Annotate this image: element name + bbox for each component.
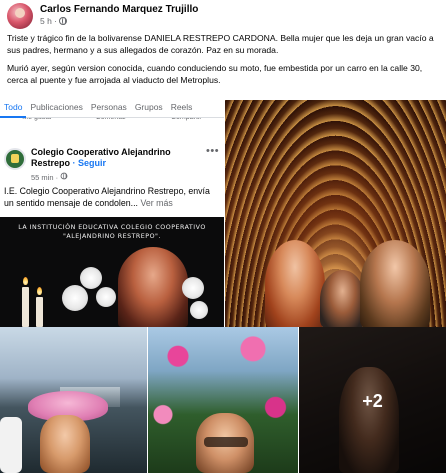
face bbox=[40, 415, 90, 473]
post-header: Carlos Fernando Marquez Trujillo 5 h · bbox=[0, 0, 446, 30]
photo-lights-tunnel[interactable] bbox=[225, 100, 446, 327]
memorial-caption: LA INSTITUCIÓN EDUCATIVA COLEGIO COOPERA… bbox=[0, 223, 224, 241]
org-post-time[interactable]: 55 min · bbox=[31, 173, 58, 182]
follow-button[interactable]: Seguir bbox=[78, 158, 106, 168]
candle bbox=[36, 297, 43, 327]
shared-post-text: I.E. Colegio Cooperativo Alejandrino Res… bbox=[4, 185, 222, 209]
person-right bbox=[360, 240, 430, 327]
tab-personas[interactable]: Personas bbox=[87, 100, 131, 118]
photo-flowers[interactable] bbox=[148, 327, 298, 473]
post-text: Triste y trágico fin de la bolivarense D… bbox=[7, 32, 441, 92]
post-paragraph: Triste y trágico fin de la bolivarense D… bbox=[7, 33, 434, 55]
see-more-link[interactable]: Ver más bbox=[140, 198, 172, 208]
memorial-image[interactable]: LA INSTITUCIÓN EDUCATIVA COLEGIO COOPERA… bbox=[0, 217, 224, 327]
share-button[interactable]: Compartir bbox=[171, 118, 202, 126]
reactions-row: Me gusta Comentar Compartir bbox=[0, 118, 224, 130]
memorial-caption-line: LA INSTITUCIÓN EDUCATIVA COLEGIO COOPERA… bbox=[18, 224, 206, 231]
shared-text-body: I.E. Colegio Cooperativo Alejandrino Res… bbox=[4, 186, 210, 208]
org-post-meta: 55 min · bbox=[31, 172, 68, 182]
memorial-caption-line: "ALEJANDRINO RESTREPO". bbox=[63, 233, 161, 240]
org-name: Colegio Cooperativo Alejandrino Restrepo… bbox=[31, 147, 171, 168]
candle-flame bbox=[37, 287, 42, 295]
tab-grupos[interactable]: Grupos bbox=[131, 100, 167, 118]
tab-publicaciones[interactable]: Publicaciones bbox=[26, 100, 86, 118]
globe-icon bbox=[59, 17, 68, 25]
post-paragraph: Murió ayer, según version conocida, cuan… bbox=[7, 63, 423, 85]
search-tabs: Todo Publicaciones Personas Grupos Reels bbox=[0, 100, 224, 118]
candle bbox=[22, 287, 29, 327]
author-name[interactable]: Carlos Fernando Marquez Trujillo bbox=[40, 4, 198, 15]
sunglasses bbox=[204, 437, 248, 447]
photo-more[interactable]: +2 bbox=[299, 327, 446, 473]
candle-flame bbox=[23, 277, 28, 285]
raised-arm bbox=[0, 417, 22, 473]
like-button[interactable]: Me gusta bbox=[22, 118, 51, 126]
comment-button[interactable]: Comentar bbox=[96, 118, 127, 126]
more-photos-count: +2 bbox=[362, 391, 383, 411]
photo-pink-hat[interactable] bbox=[0, 327, 147, 473]
person-left bbox=[265, 240, 325, 327]
shared-post-screenshot[interactable]: Todo Publicaciones Personas Grupos Reels… bbox=[0, 100, 224, 327]
org-avatar[interactable] bbox=[4, 148, 26, 170]
more-options-icon[interactable]: ••• bbox=[206, 145, 219, 157]
post-meta: 5 h · bbox=[40, 16, 68, 26]
person-center bbox=[320, 270, 365, 327]
globe-icon bbox=[60, 172, 68, 180]
white-flowers bbox=[62, 257, 212, 327]
post-time[interactable]: 5 h · bbox=[40, 16, 57, 26]
tab-reels[interactable]: Reels bbox=[167, 100, 197, 118]
author-avatar[interactable] bbox=[7, 3, 33, 29]
tab-todo[interactable]: Todo bbox=[0, 100, 27, 118]
